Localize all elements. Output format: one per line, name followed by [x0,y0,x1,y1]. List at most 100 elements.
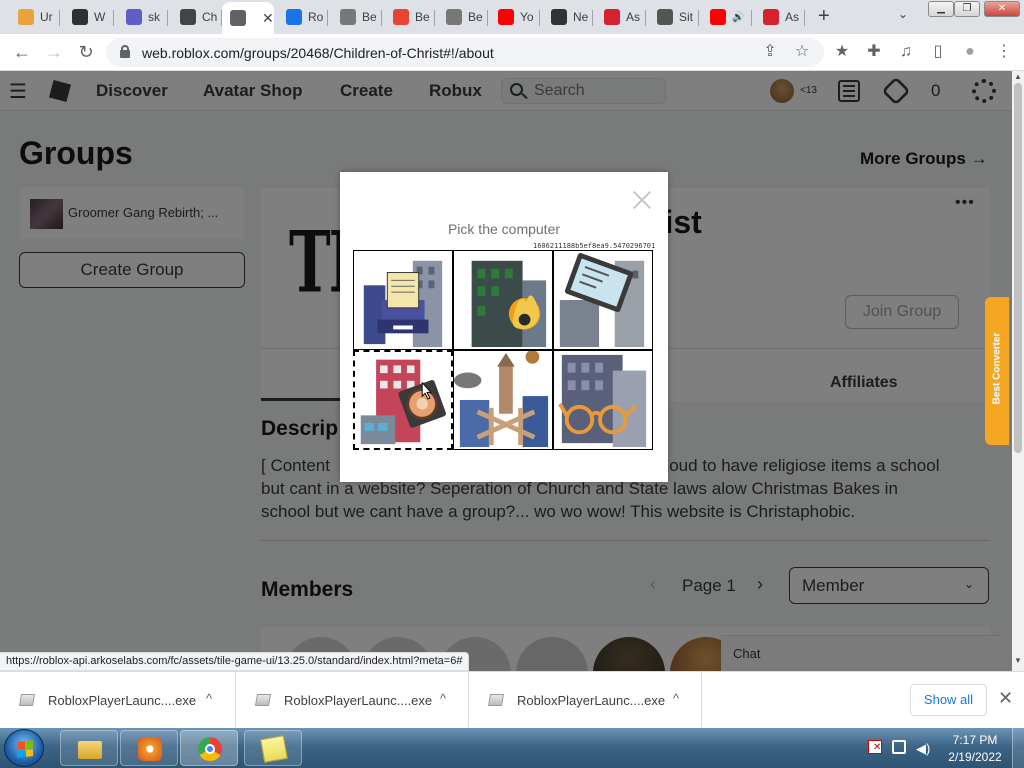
browser-tab[interactable]: Be [332,4,382,30]
captcha-tile-selected[interactable] [353,350,453,450]
forward-button[interactable]: → [42,40,66,64]
captcha-tile-glasses[interactable] [553,350,653,450]
best-converter-extension-tab[interactable]: Best Converter [985,297,1009,445]
profile-avatar-icon[interactable]: ● [960,42,980,62]
browser-toolbar: ← → ↻ web.roblox.com/groups/20468/Childr… [0,34,1024,71]
browser-tab-strip: Ur Wsk Ch ✕ Ro Be Be Be Yo Ne As Sit 🔊 As + ⌄ ▁ ❐ ✕ [0,0,1024,34]
clock-time[interactable]: 7:17 PM [950,733,1000,747]
minimize-button[interactable]: ▁ [928,1,954,17]
address-bar[interactable]: web.roblox.com/groups/20468/Children-of-… [106,38,824,67]
tab-search-button[interactable]: ⌄ [898,7,908,21]
volume-icon[interactable]: ◀) [916,740,930,756]
download-filename: RobloxPlayerLaunc....exe [48,693,197,708]
browser-tab[interactable]: W [64,4,114,30]
taskbar-media-player[interactable] [120,730,178,766]
tab-title: As [785,10,800,24]
tab-title: Sit [679,10,694,24]
sticky-notes-icon [260,735,288,763]
tab-title: sk [148,10,160,24]
maximize-button[interactable]: ❐ [954,1,980,17]
download-options-icon[interactable]: ^ [206,691,212,706]
browser-tab[interactable]: As [755,4,805,30]
download-options-icon[interactable]: ^ [673,691,679,706]
browser-tab[interactable]: Ur [10,4,60,30]
download-options-icon[interactable]: ^ [440,691,446,706]
close-downloads-icon[interactable]: ✕ [998,688,1013,709]
tab-favicon-icon [286,9,302,25]
side-panel-icon[interactable]: ▯ [928,42,948,62]
browser-tab[interactable]: Ro [278,4,328,30]
tab-title: Ro [308,10,324,24]
chrome-menu-icon[interactable]: ⋮ [994,42,1014,62]
url-text[interactable]: web.roblox.com/groups/20468/Children-of-… [142,45,494,61]
browser-tab[interactable]: Yo [490,4,540,30]
taskbar-explorer[interactable] [60,730,118,766]
tab-favicon-icon [340,9,356,25]
windows-logo-icon [17,740,33,758]
browser-tab[interactable]: 🔊 [702,4,752,30]
status-bar-url: https://roblox-api.arkoselabs.com/fc/ass… [0,652,470,671]
tab-title: Be [362,10,377,24]
captcha-tile-printer[interactable] [353,250,453,350]
page-scrollbar[interactable]: ▲ ▼ [1012,71,1024,671]
start-button[interactable] [4,729,44,767]
audio-playing-icon[interactable]: 🔊 [732,12,744,23]
tab-favicon-icon [180,9,196,25]
browser-tab[interactable]: sk [118,4,168,30]
folder-icon [78,741,102,759]
share-icon[interactable]: ⇪ [760,42,780,62]
lock-icon[interactable] [120,45,130,58]
captcha-tile-fire[interactable] [453,250,553,350]
close-window-button[interactable]: ✕ [984,1,1020,17]
extension-star-icon[interactable]: ★ [832,42,852,62]
browser-tab[interactable]: Be [438,4,488,30]
tab-favicon-icon [18,9,34,25]
tab-favicon-icon [604,9,620,25]
file-icon [254,694,272,706]
bookmark-star-icon[interactable]: ☆ [792,42,812,62]
tab-favicon-icon [498,9,514,25]
reload-button[interactable]: ↻ [74,40,98,64]
tab-title: Ur [40,10,53,24]
download-filename: RobloxPlayerLaunc....exe [517,693,666,708]
taskbar-chrome[interactable] [180,730,238,766]
tab-title: Ch [202,10,218,24]
scroll-down-arrow[interactable]: ▼ [1014,656,1022,665]
tab-favicon-icon [230,10,246,26]
download-filename: RobloxPlayerLaunc....exe [284,693,433,708]
download-item[interactable]: RobloxPlayerLaunc....exe ^ [469,672,702,729]
captcha-tile-church[interactable] [453,350,553,450]
browser-tab[interactable]: As [596,4,646,30]
show-all-downloads-button[interactable]: Show all [910,684,987,716]
network-icon[interactable] [892,740,906,754]
extensions-puzzle-icon[interactable]: ✚ [864,42,884,62]
windows-taskbar: ✕ ◀) 7:17 PM 2/19/2022 [0,728,1024,768]
browser-tab[interactable]: ✕ [222,2,274,34]
file-icon [18,694,36,706]
clock-date[interactable]: 2/19/2022 [944,750,1006,764]
browser-tab[interactable]: Sit [649,4,699,30]
new-tab-button[interactable]: + [818,5,830,28]
scrollbar-thumb[interactable] [1014,83,1022,453]
browser-tab[interactable]: Ch [172,4,222,30]
download-item[interactable]: RobloxPlayerLaunc....exe ^ [0,672,236,729]
scroll-up-arrow[interactable]: ▲ [1014,72,1022,81]
captcha-tile-grid [353,250,653,450]
close-icon[interactable] [630,188,654,212]
extension-label: Best Converter [991,332,1003,405]
taskbar-sticky-notes[interactable] [244,730,302,766]
download-item[interactable]: RobloxPlayerLaunc....exe ^ [236,672,469,729]
tab-favicon-icon [763,9,779,25]
captcha-tile-computer[interactable] [553,250,653,350]
close-tab-icon[interactable]: ✕ [262,10,274,27]
show-desktop-button[interactable] [1012,728,1024,768]
file-icon [487,694,505,706]
tab-favicon-icon [551,9,567,25]
tab-title: Be [415,10,430,24]
back-button[interactable]: ← [10,40,34,64]
tab-favicon-icon [72,9,88,25]
action-center-icon[interactable]: ✕ [868,740,882,754]
browser-tab[interactable]: Ne [543,4,593,30]
media-control-icon[interactable]: ♫ [896,42,916,62]
browser-tab[interactable]: Be [385,4,435,30]
